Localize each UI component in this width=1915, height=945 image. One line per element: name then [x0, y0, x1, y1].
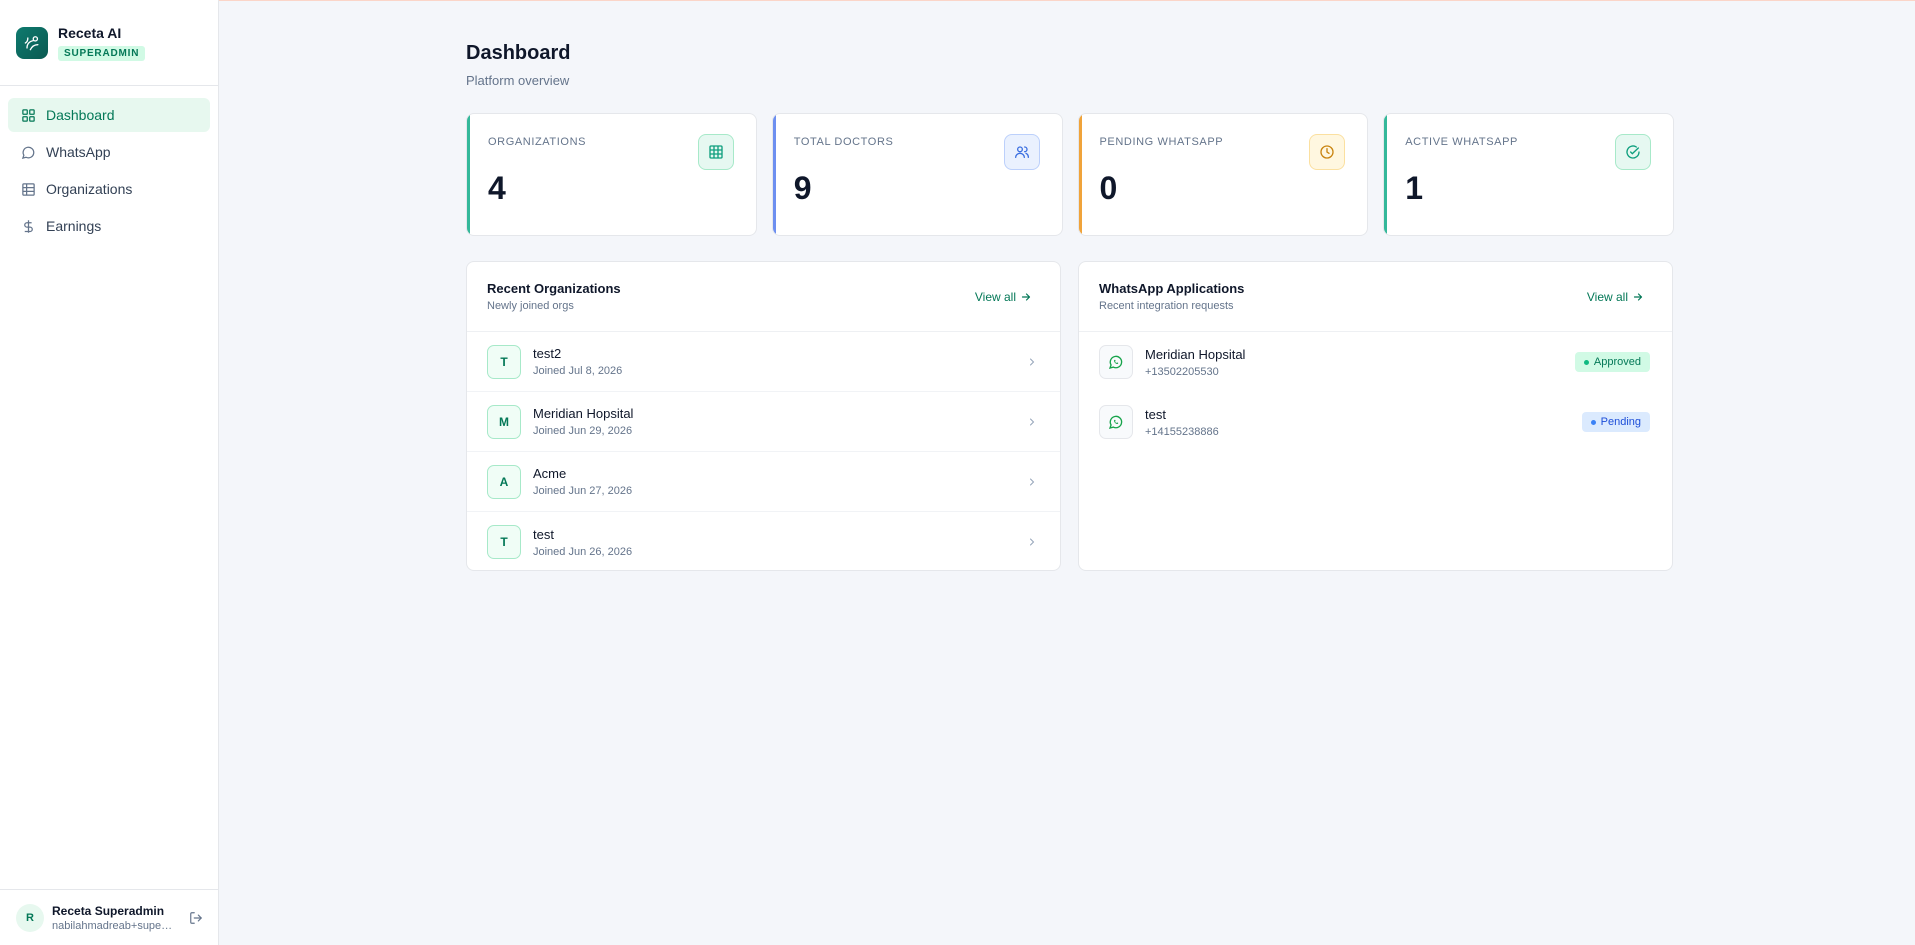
stat-card-pending-whatsapp: Pending WhatsApp 0 [1077, 113, 1369, 236]
building-icon [20, 181, 36, 197]
org-initial-avatar: A [487, 464, 521, 499]
org-joined-date: Joined Jun 29, 2026 [533, 425, 633, 437]
org-name: Acme [533, 466, 567, 481]
building-icon [697, 134, 734, 170]
stat-value: 0 [1099, 170, 1118, 206]
chevron-right-icon [1030, 538, 1035, 546]
page-title: Dashboard [466, 42, 571, 64]
logo-icon [16, 26, 48, 59]
sidebar-item-whatsapp[interactable]: WhatsApp [8, 135, 210, 169]
panel-header: WhatsApp Applications Recent integration… [1079, 262, 1672, 332]
arrow-right-icon [1021, 292, 1031, 301]
panel-header: Recent Organizations Newly joined orgs V… [467, 262, 1060, 332]
org-initial-avatar: M [487, 404, 521, 439]
sidebar-item-earnings[interactable]: Earnings [8, 209, 210, 243]
sidebar-item-label: WhatsApp [46, 144, 111, 160]
sidebar-item-dashboard[interactable]: Dashboard [8, 98, 210, 132]
role-badge: SUPERADMIN [58, 45, 146, 61]
chevron-right-icon [1030, 418, 1035, 425]
whatsapp-applications-panel: WhatsApp Applications Recent integration… [1078, 261, 1673, 571]
whatsapp-icon [1099, 345, 1133, 379]
logout-icon[interactable] [188, 910, 204, 926]
chevron-right-icon [1030, 358, 1035, 365]
brand-header: Receta AI SUPERADMIN [0, 0, 218, 86]
sidebar-nav: Dashboard WhatsApp Organizations Earning… [0, 86, 218, 258]
user-name: Receta Superadmin [52, 903, 165, 918]
list-item[interactable]: M Meridian Hopsital Joined Jun 29, 2026 [467, 392, 1060, 452]
sidebar: Receta AI SUPERADMIN Dashboard WhatsApp … [0, 0, 219, 945]
panel-subtitle: Recent integration requests [1099, 300, 1234, 312]
panels-row: Recent Organizations Newly joined orgs V… [466, 261, 1674, 571]
whatsapp-icon [1099, 405, 1133, 439]
org-name: test [533, 526, 554, 542]
user-email: nabilahmadreab+superadmin@gmail.com [52, 919, 174, 932]
whatsapp-icon [20, 144, 36, 160]
list-item[interactable]: T test2 Joined Jul 8, 2026 [467, 332, 1060, 392]
sidebar-item-organizations[interactable]: Organizations [8, 172, 210, 206]
top-accent-line [0, 0, 1915, 1]
main-content: Dashboard Platform overview Organization… [466, 42, 1674, 571]
list-item[interactable]: T test Joined Jun 26, 2026 [467, 512, 1060, 570]
panel-title: WhatsApp Applications [1099, 281, 1245, 296]
brand-name: Receta AI [58, 24, 122, 41]
org-name: test2 [533, 346, 562, 361]
stat-value: 4 [488, 170, 506, 206]
stat-card-active-whatsapp: Active WhatsApp 1 [1383, 113, 1674, 236]
view-all-label: View all [1586, 289, 1628, 304]
list-item[interactable]: A Acme Joined Jun 27, 2026 [467, 452, 1060, 512]
stat-accent-bar [1078, 114, 1082, 235]
application-name: Meridian Hopsital [1145, 346, 1246, 362]
sidebar-item-label: Dashboard [46, 107, 115, 123]
users-icon [1003, 134, 1040, 170]
stats-row: Organizations 4 Total Doctors 9 Pending … [466, 113, 1674, 236]
status-dot [1583, 359, 1589, 365]
view-all-label: View all [974, 289, 1016, 304]
status-label: Pending [1600, 416, 1641, 428]
org-joined-date: Joined Jun 27, 2026 [533, 485, 633, 497]
stat-accent-bar [772, 114, 776, 235]
org-name: Meridian Hopsital [533, 406, 634, 421]
avatar: R [16, 903, 44, 932]
application-phone: +13502205530 [1145, 365, 1219, 378]
sidebar-item-label: Organizations [46, 181, 133, 197]
org-joined-date: Joined Jul 8, 2026 [533, 365, 623, 377]
view-all-whatsapp-link[interactable]: View all [1587, 290, 1644, 304]
stat-accent-bar [467, 114, 470, 235]
clock-icon [1309, 134, 1346, 170]
status-dot [1590, 419, 1596, 425]
stat-card-total-doctors: Total Doctors 9 [771, 113, 1063, 236]
user-profile: R Receta Superadmin nabilahmadreab+super… [0, 889, 218, 945]
dollar-icon [20, 218, 36, 234]
status-label: Approved [1593, 356, 1641, 368]
application-name: test [1145, 406, 1166, 422]
recent-organizations-panel: Recent Organizations Newly joined orgs V… [466, 261, 1061, 571]
sidebar-item-label: Earnings [46, 218, 102, 234]
arrow-right-icon [1633, 292, 1643, 301]
list-item[interactable]: Meridian Hopsital +13502205530 Approved [1079, 332, 1672, 392]
org-initial-avatar: T [487, 525, 521, 559]
chevron-right-icon [1030, 478, 1035, 485]
stat-card-organizations: Organizations 4 [466, 113, 757, 236]
status-badge: Approved [1574, 352, 1650, 372]
check-circle-icon [1615, 134, 1651, 170]
view-all-organizations-link[interactable]: View all [975, 290, 1032, 304]
page-subtitle: Platform overview [466, 73, 570, 88]
application-phone: +14155238886 [1145, 425, 1219, 438]
org-joined-date: Joined Jun 26, 2026 [533, 545, 633, 558]
stat-accent-bar [1384, 114, 1388, 235]
org-initial-avatar: T [487, 344, 521, 379]
panel-subtitle: Newly joined orgs [487, 300, 574, 312]
status-badge: Pending [1581, 412, 1650, 432]
stat-value: 9 [793, 170, 812, 206]
list-item[interactable]: test +14155238886 Pending [1079, 392, 1672, 452]
stat-value: 1 [1405, 170, 1424, 206]
panel-title: Recent Organizations [487, 281, 621, 296]
grid-icon [20, 107, 36, 123]
